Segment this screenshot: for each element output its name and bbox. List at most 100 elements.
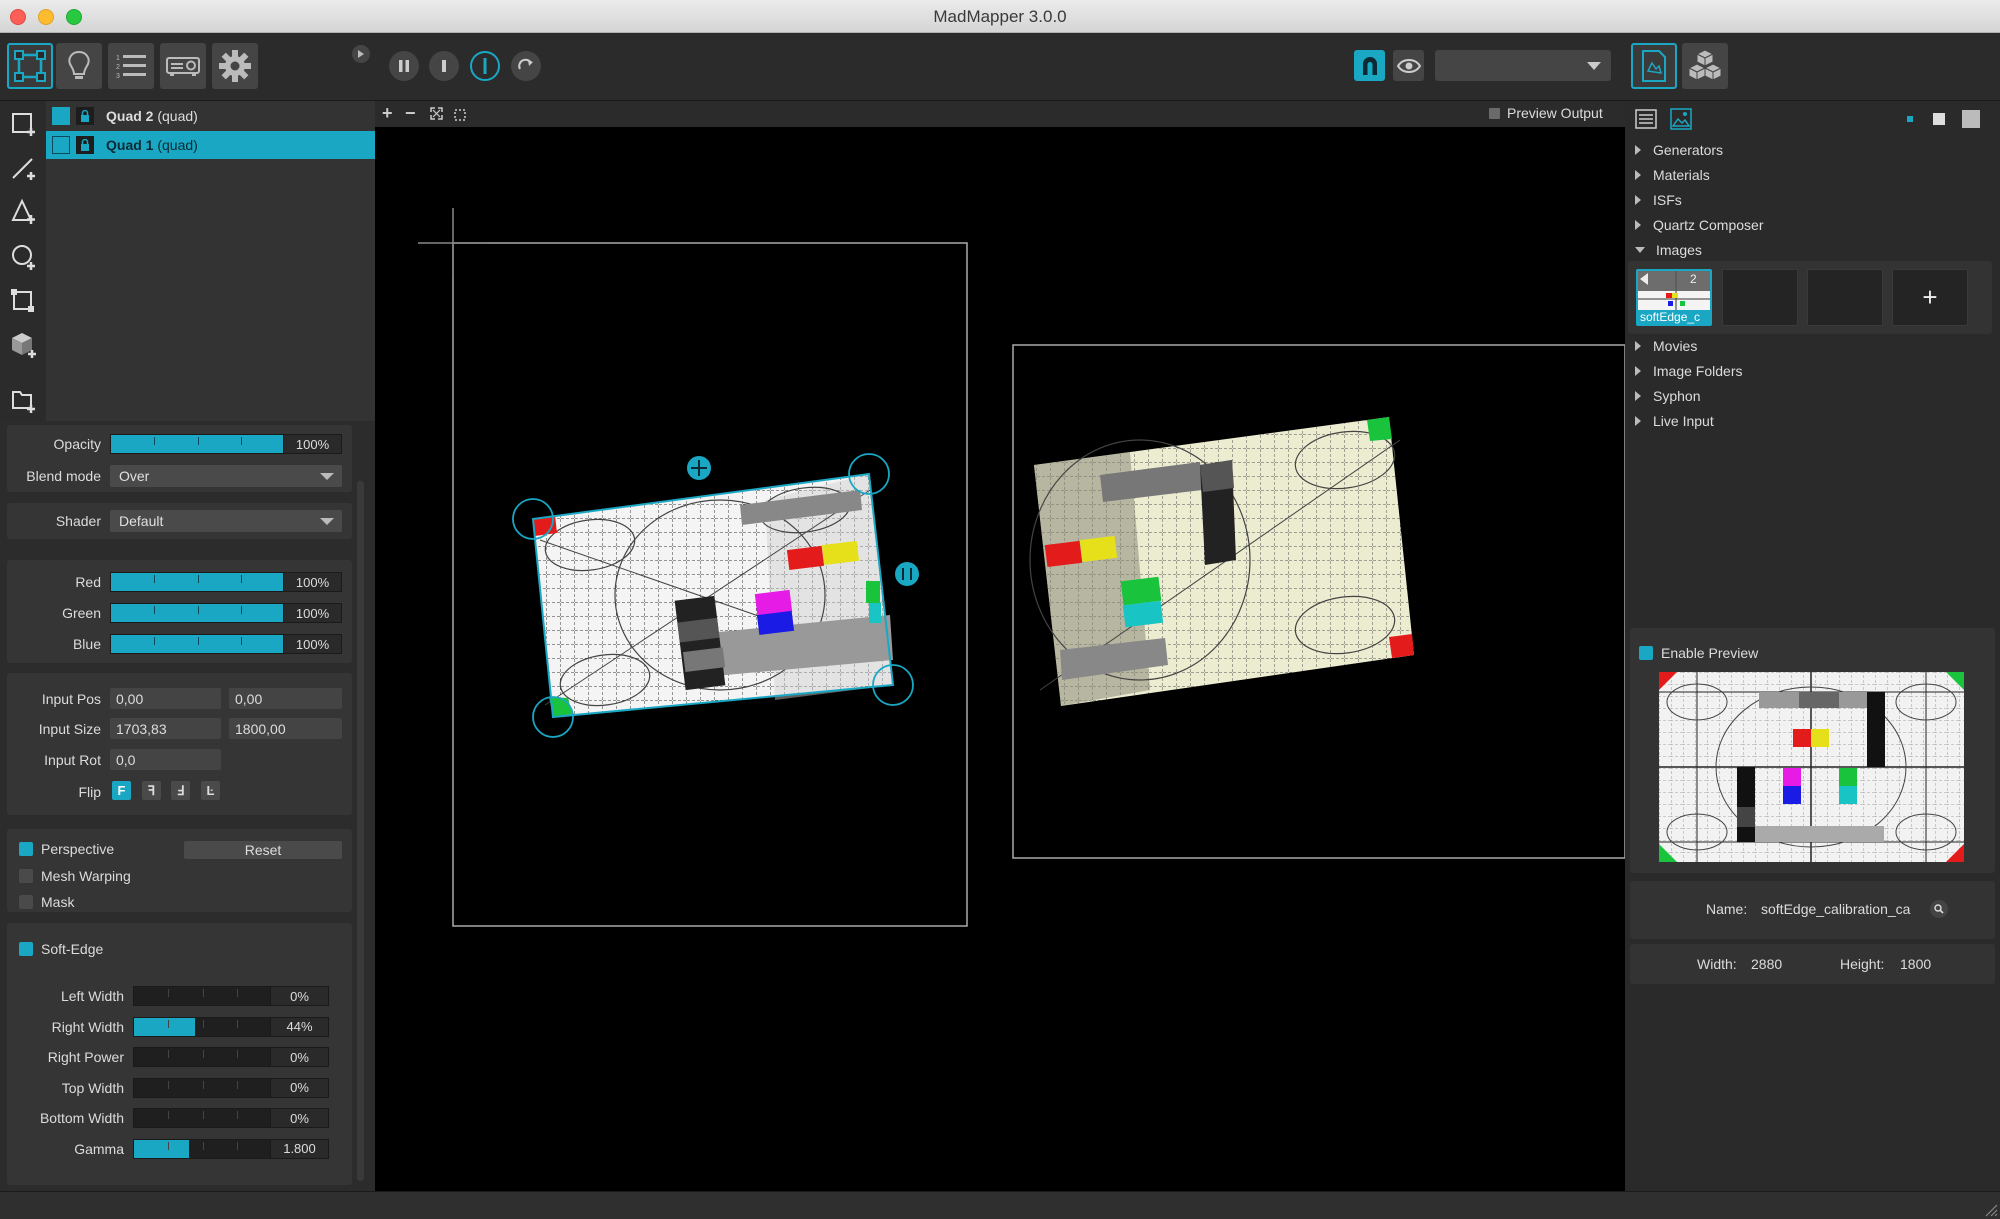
quad-1-output-surface[interactable] — [1029, 417, 1414, 706]
green-value[interactable]: 100% — [283, 604, 341, 622]
left-width-slider[interactable]: 0% — [133, 986, 329, 1006]
opacity-slider[interactable]: 100% — [110, 434, 342, 454]
settings-mode-button[interactable] — [212, 43, 258, 89]
enable-preview-checkbox[interactable] — [1639, 646, 1653, 660]
red-value[interactable]: 100% — [283, 573, 341, 591]
zoom-in-button[interactable]: + — [382, 103, 393, 124]
reveal-file-button[interactable] — [1930, 900, 1948, 918]
rotate-handle-icon[interactable] — [895, 562, 919, 586]
input-pos-x-field[interactable]: 0,00 — [110, 688, 221, 709]
disclosure-closed-icon[interactable] — [1635, 416, 1641, 426]
list-view-button[interactable] — [1635, 109, 1657, 134]
green-slider[interactable]: 100% — [110, 603, 342, 623]
stop-button[interactable] — [429, 51, 459, 81]
opacity-value[interactable]: 100% — [283, 435, 341, 453]
output-mode-button[interactable] — [160, 43, 206, 89]
media-library-tab[interactable] — [1631, 43, 1677, 89]
layer-visibility-checkbox[interactable] — [52, 136, 70, 154]
disclosure-open-icon[interactable] — [1635, 247, 1645, 253]
library-category-live-input[interactable]: Live Input — [1635, 413, 1714, 429]
layer-lock-toggle[interactable] — [76, 107, 94, 125]
add-mask-button[interactable] — [8, 285, 40, 317]
layer-row[interactable]: Quad 2 (quad) — [46, 102, 375, 130]
properties-scrollbar[interactable] — [357, 481, 364, 1181]
pause-button[interactable] — [389, 51, 419, 81]
disclosure-closed-icon[interactable] — [1635, 145, 1641, 155]
cue-list-mode-button[interactable]: 1 2 3 — [108, 43, 154, 89]
output-select[interactable] — [1435, 50, 1611, 81]
thumb-size-small-button[interactable] — [1907, 116, 1913, 122]
flip-both-button[interactable]: Ŀ — [201, 781, 220, 800]
top-width-slider[interactable]: 0% — [133, 1077, 329, 1098]
disclosure-closed-icon[interactable] — [1635, 170, 1641, 180]
library-category-materials[interactable]: Materials — [1635, 167, 1710, 183]
flip-none-button[interactable]: F — [112, 781, 131, 800]
preview-visibility-toggle[interactable] — [1393, 50, 1424, 81]
perspective-checkbox[interactable] — [19, 842, 33, 856]
image-thumbnail-softedge[interactable]: 2 softEdge_c — [1636, 269, 1712, 326]
layer-row-selected[interactable]: Quad 1 (quad) — [46, 131, 375, 159]
right-power-value[interactable]: 0% — [270, 1048, 328, 1066]
image-slot-empty[interactable] — [1722, 269, 1798, 326]
gamma-value[interactable]: 1.800 — [270, 1139, 328, 1158]
disclosure-closed-icon[interactable] — [1635, 366, 1641, 376]
blue-slider[interactable]: 100% — [110, 634, 342, 654]
disclosure-closed-icon[interactable] — [1635, 195, 1641, 205]
image-name-field[interactable]: softEdge_calibration_ca — [1761, 901, 1921, 917]
collapse-toolbar-button[interactable] — [352, 45, 370, 63]
input-size-height-field[interactable]: 1800,00 — [229, 718, 342, 739]
bottom-width-value[interactable]: 0% — [270, 1109, 328, 1127]
add-circle-button[interactable] — [8, 241, 40, 273]
mapping-canvas[interactable] — [375, 127, 1626, 1191]
3d-objects-tab[interactable] — [1682, 43, 1728, 89]
add-3d-object-button[interactable] — [8, 329, 40, 361]
disclosure-closed-icon[interactable] — [1635, 391, 1641, 401]
library-category-isfs[interactable]: ISFs — [1635, 192, 1682, 208]
library-category-quartz-composer[interactable]: Quartz Composer — [1635, 217, 1763, 233]
preview-output-checkbox[interactable] — [1489, 108, 1500, 119]
quad-1-input-surface[interactable] — [512, 453, 919, 738]
red-slider[interactable]: 100% — [110, 572, 342, 592]
gamma-slider[interactable]: 1.800 — [133, 1138, 329, 1159]
right-width-slider[interactable]: 44% — [133, 1016, 329, 1037]
blue-value[interactable]: 100% — [283, 635, 341, 653]
add-quad-button[interactable] — [8, 107, 40, 139]
previous-image-icon[interactable] — [1640, 273, 1648, 285]
surfaces-mode-button[interactable] — [7, 43, 53, 89]
library-category-image-folders[interactable]: Image Folders — [1635, 363, 1742, 379]
input-rot-field[interactable]: 0,0 — [110, 749, 221, 770]
shader-select[interactable]: Default — [110, 510, 342, 532]
blend-mode-select[interactable]: Over — [110, 465, 342, 487]
fit-view-button[interactable] — [430, 107, 443, 125]
library-category-syphon[interactable]: Syphon — [1635, 388, 1700, 404]
magnet-snap-toggle[interactable] — [1354, 50, 1385, 81]
reload-button[interactable] — [511, 51, 541, 81]
library-category-images[interactable]: Images — [1635, 242, 1702, 258]
top-width-value[interactable]: 0% — [270, 1078, 328, 1097]
power-button[interactable] — [470, 51, 500, 81]
input-size-width-field[interactable]: 1703,83 — [110, 718, 221, 739]
soft-edge-checkbox[interactable] — [19, 942, 33, 956]
image-slot-empty[interactable] — [1807, 269, 1883, 326]
mesh-warping-checkbox[interactable] — [19, 869, 33, 883]
perspective-reset-button[interactable]: Reset — [184, 841, 342, 859]
add-triangle-button[interactable] — [8, 196, 40, 228]
zoom-out-button[interactable]: − — [405, 103, 416, 124]
disclosure-closed-icon[interactable] — [1635, 341, 1641, 351]
input-pos-y-field[interactable]: 0,00 — [229, 688, 342, 709]
add-image-button[interactable]: + — [1892, 269, 1968, 326]
right-power-slider[interactable]: 0% — [133, 1047, 329, 1067]
disclosure-closed-icon[interactable] — [1635, 220, 1641, 230]
left-width-value[interactable]: 0% — [270, 987, 328, 1005]
resize-grip-icon[interactable] — [1984, 1203, 1998, 1217]
add-line-button[interactable] — [8, 151, 40, 183]
layer-visibility-checkbox[interactable] — [52, 107, 70, 125]
layer-lock-toggle[interactable] — [76, 136, 94, 154]
thumbnail-view-button[interactable] — [1670, 108, 1692, 135]
flip-vertical-button[interactable]: Ⅎ — [171, 781, 190, 800]
lights-mode-button[interactable] — [56, 43, 102, 89]
library-category-generators[interactable]: Generators — [1635, 142, 1723, 158]
bottom-width-slider[interactable]: 0% — [133, 1108, 329, 1128]
thumb-size-medium-button[interactable] — [1933, 113, 1945, 125]
thumb-size-large-button[interactable] — [1962, 110, 1980, 128]
